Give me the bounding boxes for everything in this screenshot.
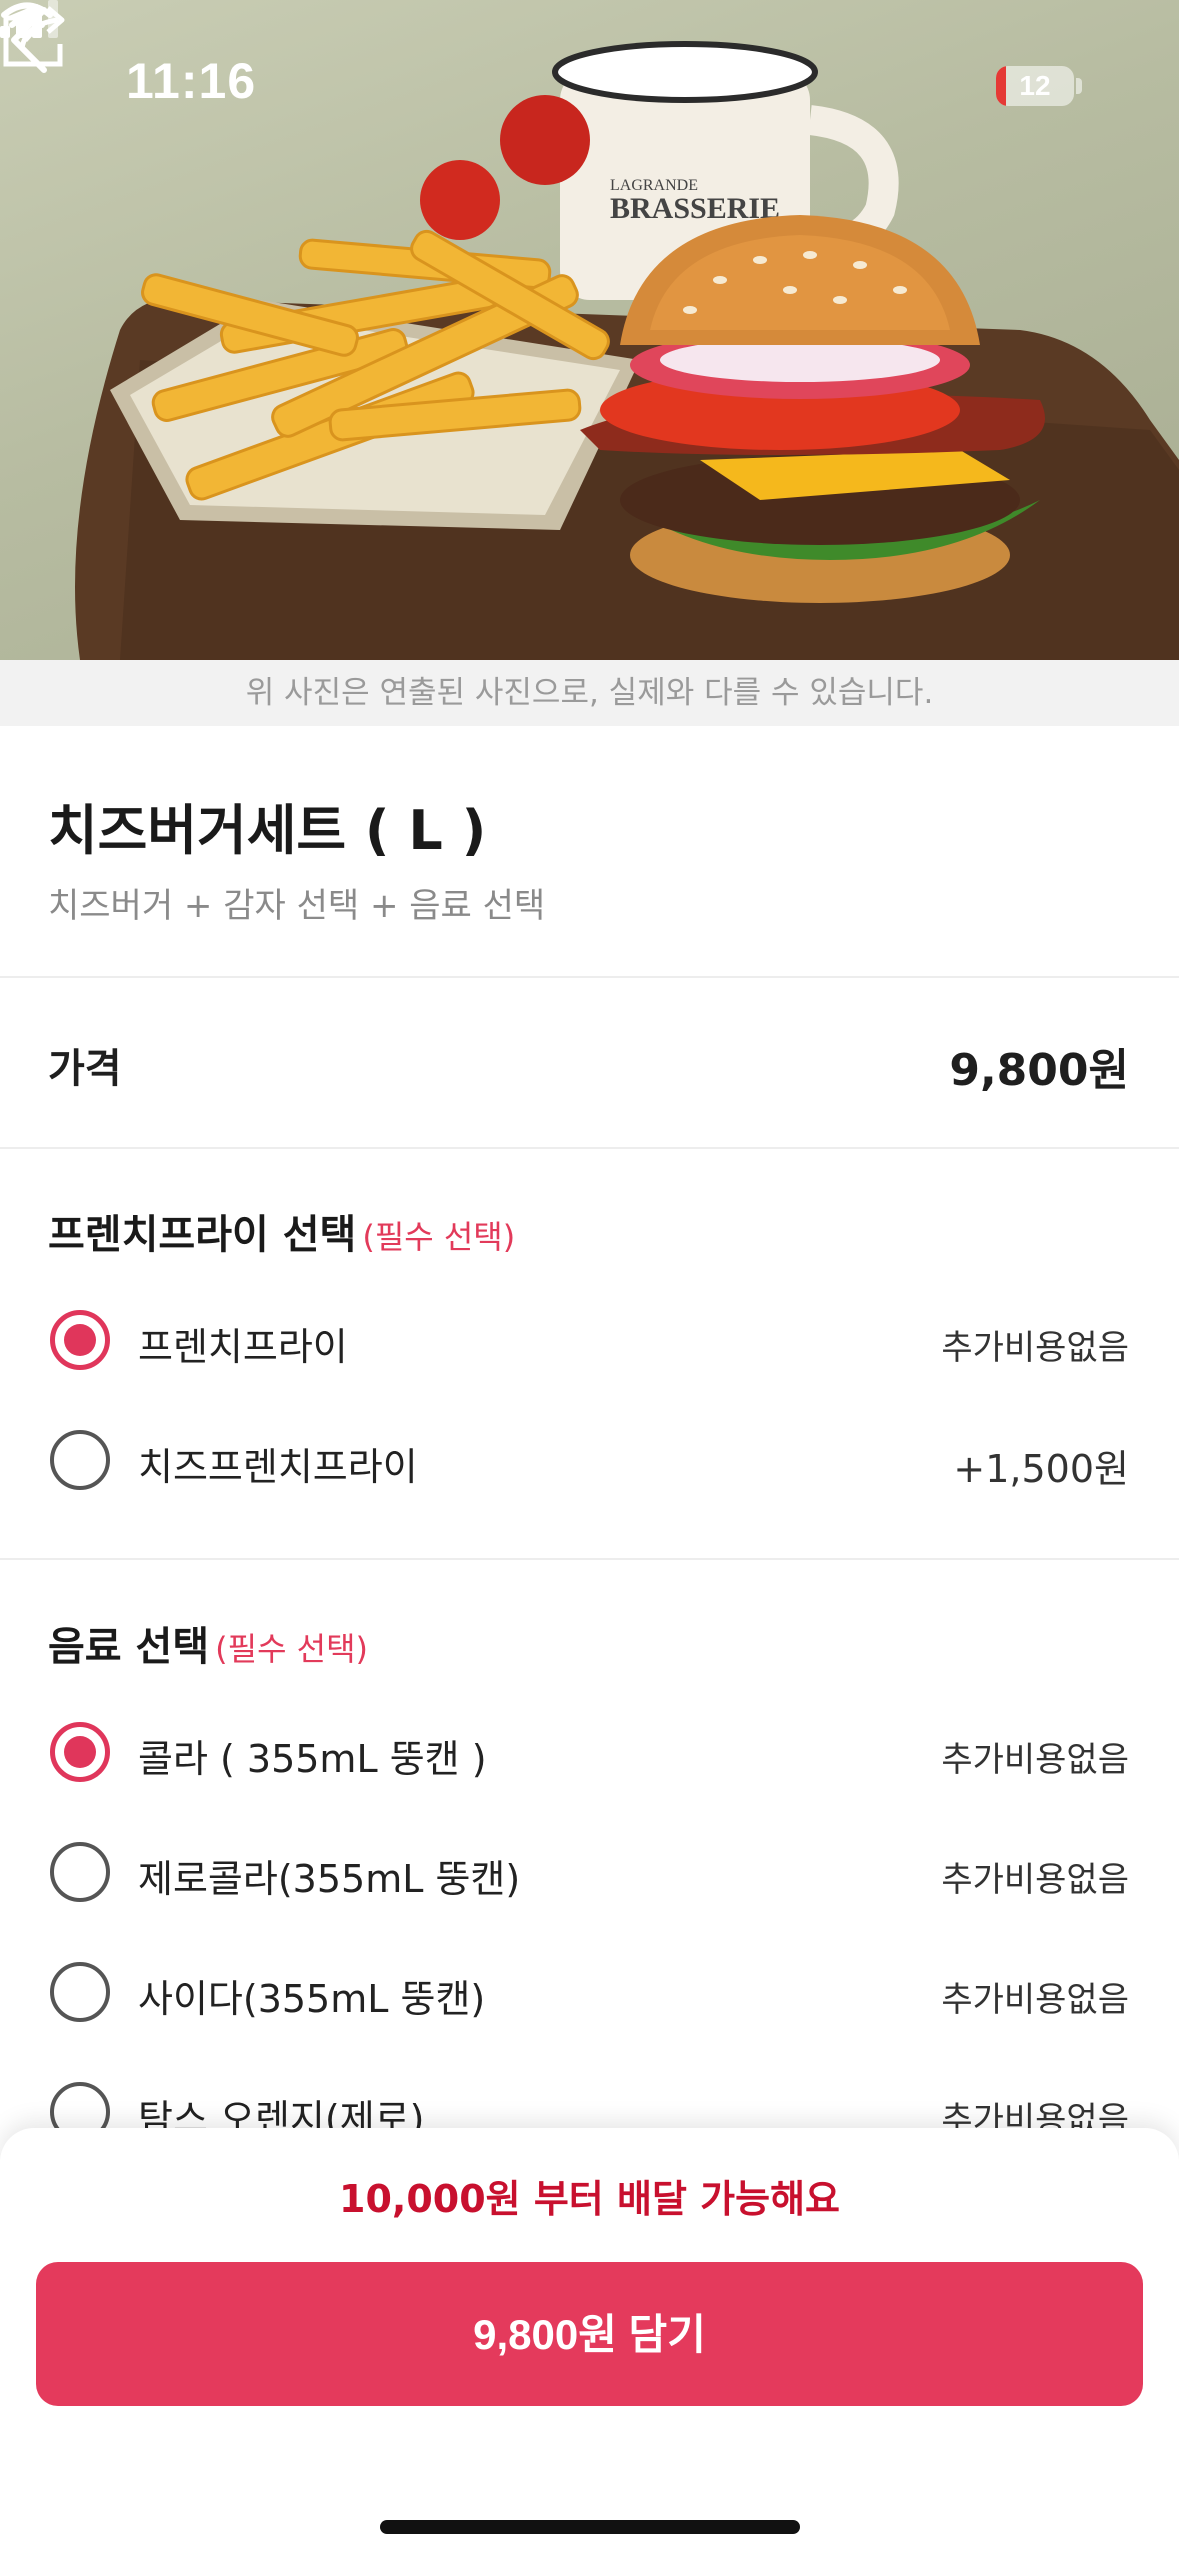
- photo-disclaimer: 위 사진은 연출된 사진으로, 실제와 다를 수 있습니다.: [0, 660, 1179, 726]
- price-value: 9,800원: [949, 1045, 1129, 1096]
- option-zero-cola[interactable]: 제로콜라(355mL 뚱캔) 추가비용없음: [0, 1826, 1179, 1926]
- battery-indicator: 12: [996, 66, 1074, 106]
- option-label: 제로콜라(355mL 뚱캔): [138, 1857, 521, 1901]
- product-hero-image: BRASSERIE LAGRANDE 11:16 12: [0, 0, 1179, 660]
- radio-unselected[interactable]: [50, 1430, 110, 1490]
- bottom-sheet: 10,000원 부터 배달 가능해요 9,800원 담기: [0, 2128, 1179, 2556]
- min-order-notice: 10,000원 부터 배달 가능해요: [339, 2177, 840, 2221]
- option-cider[interactable]: 사이다(355mL 뚱캔) 추가비용없음: [0, 1946, 1179, 2046]
- battery-level: 12: [1019, 70, 1051, 101]
- product-title: 치즈버거세트 ( L ): [48, 799, 487, 862]
- required-badge: (필수 선택): [362, 1218, 516, 1256]
- price-label: 가격: [48, 1046, 122, 1092]
- radio-unselected[interactable]: [50, 1842, 110, 1902]
- status-bar: 11:16 12: [0, 0, 1179, 150]
- battery-cap: [1076, 78, 1082, 94]
- option-price: 추가비용없음: [941, 1740, 1129, 1780]
- option-french-fries[interactable]: 프렌치프라이 추가비용없음: [0, 1294, 1179, 1394]
- divider: [0, 1147, 1179, 1149]
- fries-group-title: 프렌치프라이 선택 (필수 선택): [48, 1202, 515, 1260]
- product-subtitle: 치즈버거 + 감자 선택 + 음료 선택: [48, 886, 546, 926]
- option-label: 콜라 ( 355mL 뚱캔 ): [138, 1737, 487, 1781]
- home-indicator[interactable]: [380, 2520, 800, 2534]
- option-label: 프렌치프라이: [138, 1325, 348, 1369]
- radio-selected[interactable]: [50, 1722, 110, 1782]
- drink-group-label: 음료 선택: [48, 1624, 210, 1670]
- divider: [0, 976, 1179, 978]
- svg-text:LAGRANDE: LAGRANDE: [610, 177, 698, 194]
- drink-group-title: 음료 선택 (필수 선택): [48, 1614, 368, 1672]
- required-badge: (필수 선택): [215, 1630, 369, 1668]
- option-label: 사이다(355mL 뚱캔): [138, 1977, 486, 2021]
- option-cheese-french-fries[interactable]: 치즈프렌치프라이 +1,500원: [0, 1414, 1179, 1514]
- option-price: 추가비용없음: [941, 1980, 1129, 2020]
- share-icon[interactable]: [0, 0, 72, 70]
- radio-selected[interactable]: [50, 1310, 110, 1370]
- option-price: 추가비용없음: [941, 1860, 1129, 1900]
- radio-unselected[interactable]: [50, 1962, 110, 2022]
- option-price: +1,500원: [953, 1447, 1129, 1491]
- option-price: 추가비용없음: [941, 1328, 1129, 1368]
- fries-group-label: 프렌치프라이 선택: [48, 1212, 357, 1258]
- option-label: 치즈프렌치프라이: [138, 1445, 418, 1489]
- status-time: 11:16: [126, 53, 257, 109]
- option-cola[interactable]: 콜라 ( 355mL 뚱캔 ) 추가비용없음: [0, 1706, 1179, 1806]
- divider: [0, 1558, 1179, 1560]
- add-to-cart-button[interactable]: 9,800원 담기: [36, 2262, 1143, 2406]
